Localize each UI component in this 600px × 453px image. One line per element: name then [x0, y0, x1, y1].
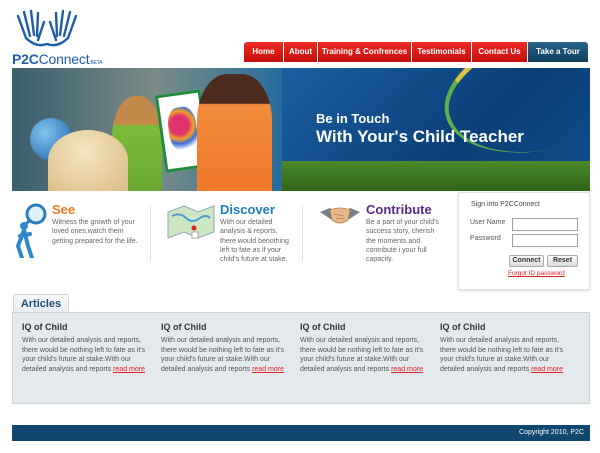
handshake-icon: [320, 207, 360, 224]
feature-text-see: Witness the growth of your loved ones,wa…: [52, 219, 138, 245]
username-label: User Name: [470, 219, 506, 226]
article-excerpt: With our detailed analysis and reports, …: [440, 336, 570, 374]
banner-tagline-1: Be in Touch: [316, 111, 390, 126]
forgot-password-link[interactable]: Forgot ID password: [508, 270, 565, 277]
connect-button[interactable]: Connect: [509, 255, 544, 267]
tab-articles[interactable]: Articles: [13, 294, 69, 313]
nav-testimonials[interactable]: Testimonials: [412, 42, 472, 62]
article-title[interactable]: IQ of Child: [440, 322, 570, 332]
main-nav: Home About Training & Confrences Testimo…: [244, 42, 588, 62]
hands-logo-icon: [16, 9, 78, 47]
banner-grass: [282, 161, 590, 191]
beta-badge: BETA: [90, 60, 103, 66]
magnifier-person-icon: [15, 203, 47, 258]
read-more-link[interactable]: read more: [252, 366, 284, 373]
footer-bar: Copyright 2010, P2C: [12, 425, 590, 441]
feature-title-contribute: Contribute: [366, 202, 432, 217]
article-excerpt: With our detailed analysis and reports, …: [300, 336, 430, 374]
banner-tagline-2: With Your's Child Teacher: [316, 127, 524, 146]
nav-home[interactable]: Home: [244, 42, 284, 62]
nav-training[interactable]: Training & Confrences: [318, 42, 412, 62]
article-title[interactable]: IQ of Child: [161, 322, 291, 332]
feature-text-discover: With our detailed analysis & reports, th…: [220, 219, 289, 264]
article-excerpt: With our detailed analysis and reports, …: [161, 336, 291, 374]
articles-panel: IQ of Child With our detailed analysis a…: [12, 312, 590, 404]
logo-name-prefix: P2C: [12, 51, 39, 67]
article-card: IQ of Child With our detailed analysis a…: [22, 322, 152, 374]
read-more-link[interactable]: read more: [391, 366, 423, 373]
password-input[interactable]: [512, 234, 578, 247]
article-excerpt: With our detailed analysis and reports, …: [22, 336, 152, 374]
read-more-link[interactable]: read more: [531, 366, 563, 373]
signin-panel: Sign into P2CConnect User Name Password …: [458, 192, 590, 290]
nav-take-a-tour[interactable]: Take a Tour: [528, 42, 588, 62]
copyright-text: Copyright 2010, P2C: [519, 429, 584, 436]
feature-contribute: Contribute Be a part of your child's suc…: [318, 200, 450, 290]
teacher-image: [197, 74, 272, 191]
divider: [150, 206, 151, 262]
nav-about[interactable]: About: [284, 42, 318, 62]
feature-text-contribute: Be a part of your child's success story,…: [366, 219, 439, 264]
password-label: Password: [470, 235, 501, 242]
divider: [302, 206, 303, 262]
article-title[interactable]: IQ of Child: [300, 322, 430, 332]
feature-title-see: See: [52, 202, 76, 217]
child-head-image: [48, 130, 128, 191]
hero-banner: Be in Touch With Your's Child Teacher: [12, 68, 590, 191]
article-card: IQ of Child With our detailed analysis a…: [161, 322, 291, 374]
map-icon: [167, 205, 215, 239]
read-more-link[interactable]: read more: [113, 366, 145, 373]
article-card: IQ of Child With our detailed analysis a…: [300, 322, 430, 374]
reset-button[interactable]: Reset: [547, 255, 578, 267]
feature-discover: Discover With our detailed analysis & re…: [164, 200, 298, 290]
site-logo[interactable]: P2CConnectBETA: [10, 8, 102, 67]
logo-wordmark: P2CConnectBETA: [12, 51, 102, 67]
feature-title-discover: Discover: [220, 202, 275, 217]
feature-see: See Witness the growth of your loved one…: [14, 200, 144, 290]
article-card: IQ of Child With our detailed analysis a…: [440, 322, 570, 374]
logo-name-suffix: Connect: [38, 51, 90, 67]
nav-contact-us[interactable]: Contact Us: [472, 42, 528, 62]
username-input[interactable]: [512, 218, 578, 231]
article-title[interactable]: IQ of Child: [22, 322, 152, 332]
signin-title: Sign into P2CConnect: [471, 201, 540, 208]
